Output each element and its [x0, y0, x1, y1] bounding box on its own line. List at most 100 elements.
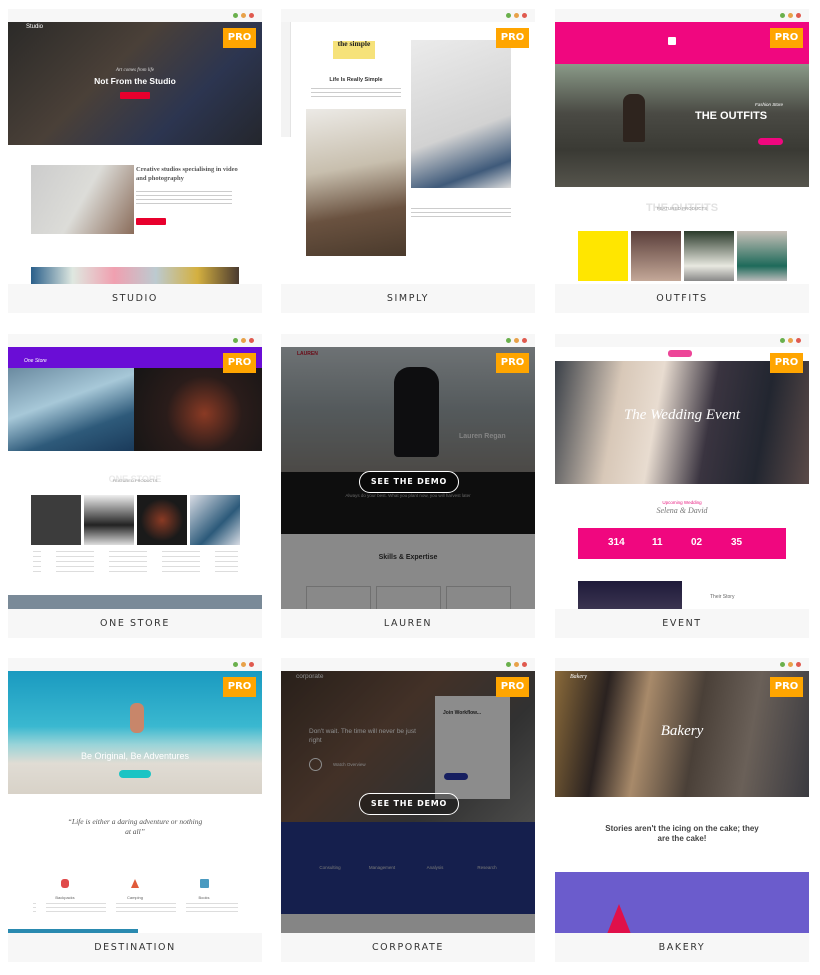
theme-preview[interactable]: One Store ONE STORE FEATURED PRODUCTS PR… — [8, 347, 262, 609]
theme-name[interactable]: SIMPLY — [281, 284, 535, 313]
window-dots — [780, 13, 801, 18]
see-the-demo-button[interactable]: SEE THE DEMO — [359, 471, 459, 493]
hiker-image — [306, 109, 406, 256]
window-dots — [233, 338, 254, 343]
theme-card-outfits[interactable]: Fashion Store THE OUTFITS THE OUTFITS FE… — [555, 9, 809, 313]
theme-preview[interactable]: Fashion Store THE OUTFITS THE OUTFITS FE… — [555, 22, 809, 284]
section-subtitle: FEATURED PRODUCTS — [112, 478, 158, 483]
gallery-strip — [31, 267, 239, 284]
window-dots — [780, 338, 801, 343]
theme-card-bakery[interactable]: Bakery Bakery Stories aren't the icing o… — [555, 658, 809, 962]
section-subtitle: FEATURED PRODUCTS — [656, 206, 708, 211]
theme-name[interactable]: LAUREN — [281, 609, 535, 638]
feature-label: Backpacks — [55, 895, 75, 900]
banner-strip — [8, 595, 262, 609]
product-image — [737, 231, 787, 281]
hero-title: Be Original, Be Adventures — [80, 751, 190, 761]
sidebar — [281, 22, 291, 137]
product-image — [31, 495, 81, 545]
countdown-minutes: 02 — [691, 537, 703, 548]
theme-preview[interactable]: corporate Don't wait. The time will neve… — [281, 671, 535, 933]
theme-preview[interactable]: Bakery Bakery Stories aren't the icing o… — [555, 671, 809, 933]
theme-preview[interactable]: The Wedding Event Upcoming Wedding Selen… — [555, 347, 809, 609]
pro-badge: PRO — [496, 353, 529, 373]
feature-label: Camping — [126, 895, 143, 900]
window-dots — [780, 662, 801, 667]
hero-button — [120, 92, 150, 99]
woman-image — [411, 40, 511, 188]
quote-text: “Life is either a daring adventure or no… — [67, 817, 203, 836]
hero-button — [758, 138, 783, 145]
product-image — [631, 231, 681, 281]
logo-icon — [668, 37, 676, 45]
product-image — [578, 231, 628, 281]
window-dots — [506, 13, 527, 18]
couple-names: Selena & David — [656, 506, 708, 515]
page-title: Life Is Really Simple — [329, 77, 383, 83]
section-heading: Creative studios specialising in video a… — [136, 166, 238, 182]
pro-badge: PRO — [223, 28, 256, 48]
quote-text: Stories aren't the icing on the cake; th… — [605, 824, 759, 843]
tent-icon — [131, 879, 139, 888]
hero-button — [119, 770, 151, 778]
pro-badge: PRO — [770, 677, 803, 697]
pro-badge: PRO — [496, 28, 529, 48]
story-image — [578, 581, 682, 609]
pro-badge: PRO — [496, 677, 529, 697]
window-dots — [233, 662, 254, 667]
theme-card-lauren[interactable]: LAUREN Lauren Regan Always do your best.… — [281, 334, 535, 638]
pro-badge: PRO — [223, 677, 256, 697]
product-image — [137, 495, 187, 545]
theme-name[interactable]: ONE STORE — [8, 609, 262, 638]
hero-title: Bakery — [660, 723, 704, 739]
books-icon — [200, 879, 209, 888]
hero-image — [8, 368, 134, 451]
hero-kicker: Fashion Store — [755, 102, 784, 107]
theme-name[interactable]: CORPORATE — [281, 933, 535, 962]
pro-badge: PRO — [770, 353, 803, 373]
logo — [668, 350, 692, 357]
product-image — [190, 495, 240, 545]
theme-name[interactable]: BAKERY — [555, 933, 809, 962]
theme-preview[interactable]: LAUREN Lauren Regan Always do your best.… — [281, 347, 535, 609]
camera-image — [31, 165, 134, 234]
promo-section — [555, 872, 809, 933]
see-the-demo-button[interactable]: SEE THE DEMO — [359, 793, 459, 815]
window-dots — [506, 662, 527, 667]
theme-card-simply[interactable]: the simple Life Is Really Simple PRO SIM… — [281, 9, 535, 313]
window-dots — [506, 338, 527, 343]
cta-button — [136, 218, 166, 225]
theme-card-event[interactable]: The Wedding Event Upcoming Wedding Selen… — [555, 334, 809, 638]
hero-title: Not From the Studio — [94, 76, 176, 86]
story-title: Their Story — [710, 594, 735, 600]
theme-preview[interactable]: Be Original, Be Adventures “Life is eith… — [8, 671, 262, 933]
theme-card-destination[interactable]: Be Original, Be Adventures “Life is eith… — [8, 658, 262, 962]
countdown-days: 314 — [608, 537, 625, 548]
hero-image — [134, 368, 262, 451]
hero-title: THE OUTFITS — [695, 110, 768, 122]
theme-preview[interactable]: Studio Art comes from life Not From the … — [8, 22, 262, 284]
theme-name[interactable]: OUTFITS — [555, 284, 809, 313]
pro-badge: PRO — [770, 28, 803, 48]
product-image — [84, 495, 134, 545]
countdown-hours: 11 — [652, 537, 663, 548]
product-image — [684, 231, 734, 281]
countdown-seconds: 35 — [731, 537, 743, 548]
pro-badge: PRO — [223, 353, 256, 373]
theme-name[interactable]: DESTINATION — [8, 933, 262, 962]
feature-label: Books — [198, 895, 210, 900]
theme-card-corporate[interactable]: corporate Don't wait. The time will neve… — [281, 658, 535, 962]
hero-image — [555, 64, 809, 187]
theme-name[interactable]: STUDIO — [8, 284, 262, 313]
logo: One Store — [24, 358, 47, 364]
theme-name[interactable]: EVENT — [555, 609, 809, 638]
theme-card-studio[interactable]: Studio Art comes from life Not From the … — [8, 9, 262, 313]
backpack-icon — [61, 879, 69, 888]
logo: Studio — [26, 24, 44, 30]
theme-card-one-store[interactable]: One Store ONE STORE FEATURED PRODUCTS PR… — [8, 334, 262, 638]
logo: Bakery — [570, 674, 587, 680]
theme-preview[interactable]: the simple Life Is Really Simple PRO — [281, 22, 535, 284]
hero-subtitle: Art comes from life — [115, 68, 155, 73]
section-kicker: Upcoming Wedding — [662, 500, 702, 505]
cupcake-image — [607, 904, 631, 933]
